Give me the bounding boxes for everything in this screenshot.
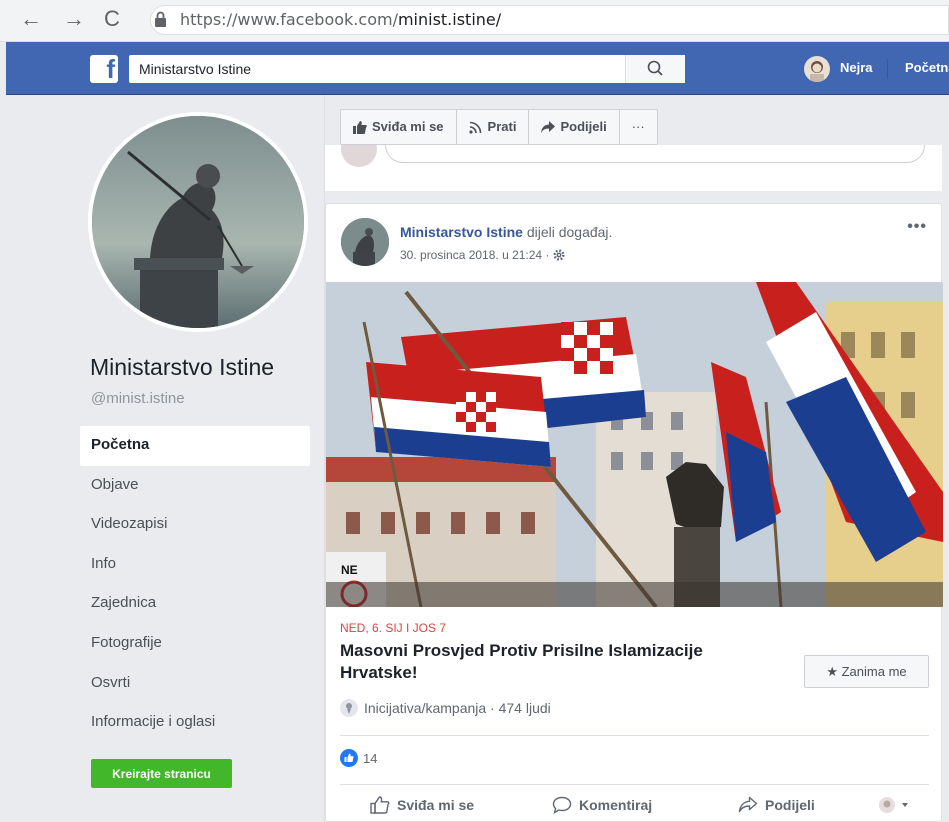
comment-input[interactable] xyxy=(385,145,925,163)
post-author-link[interactable]: Ministarstvo Istine xyxy=(400,224,523,240)
event-meta: Inicijativa/kampanja · 474 ljudi xyxy=(340,699,551,717)
like-post-button[interactable]: Sviđa mi se xyxy=(370,796,474,814)
post-action-bar: Sviđa mi se Komentiraj Podijeli xyxy=(326,796,943,822)
like-page-label: Sviđa mi se xyxy=(372,119,444,134)
interested-button[interactable]: ★ Zanima me xyxy=(804,655,929,688)
divider xyxy=(340,784,929,785)
previous-post-card xyxy=(325,145,942,191)
like-page-button[interactable]: Sviđa mi se xyxy=(341,110,457,144)
search-button[interactable] xyxy=(625,55,685,83)
lock-icon xyxy=(155,11,166,27)
thumbs-up-icon xyxy=(353,120,367,134)
like-post-label: Sviđa mi se xyxy=(397,797,475,813)
post-timestamp: 30. prosinca 2018. u 21:24 · xyxy=(400,248,566,262)
post-date-text[interactable]: 30. prosinca 2018. u 21:24 · xyxy=(400,248,549,262)
forward-arrow-icon[interactable]: → xyxy=(63,6,85,32)
avatar[interactable] xyxy=(341,218,389,266)
share-arrow-icon xyxy=(541,121,556,133)
facebook-header: f Ministarstvo Istine Nejra Početna xyxy=(6,42,949,95)
sidebar-item-info-and-ads[interactable]: Informacije i oglasi xyxy=(80,703,310,743)
event-cover-image[interactable]: NE xyxy=(326,282,943,607)
post-options-button[interactable]: ••• xyxy=(907,218,927,236)
share-page-button[interactable]: Podijeli xyxy=(529,110,620,144)
campaign-icon xyxy=(340,699,358,717)
post-as-selector[interactable] xyxy=(878,796,912,814)
share-outline-icon xyxy=(738,796,758,813)
reload-icon[interactable]: C xyxy=(104,6,120,32)
page-nav: Početna Objave Videozapisi Info Zajednic… xyxy=(80,426,310,743)
url-text: https://www.facebook.com/minist.istine/ xyxy=(180,10,502,29)
post-author-line: Ministarstvo Istine dijeli događaj. xyxy=(400,224,612,240)
follow-label: Prati xyxy=(487,119,517,134)
sidebar-item-posts[interactable]: Objave xyxy=(80,466,310,506)
back-arrow-icon[interactable]: ← xyxy=(20,6,42,32)
page-title: Ministarstvo Istine xyxy=(90,354,275,380)
like-count: 14 xyxy=(363,750,378,766)
avatar xyxy=(341,145,377,167)
share-post-button[interactable]: Podijeli xyxy=(738,796,815,813)
event-meta-text: Inicijativa/kampanja · 474 ljudi xyxy=(364,700,551,716)
search-input[interactable]: Ministarstvo Istine xyxy=(129,55,685,83)
browser-toolbar: ← → C https://www.facebook.com/minist.is… xyxy=(0,0,949,42)
sidebar-item-reviews[interactable]: Osvrti xyxy=(80,664,310,704)
sidebar-item-info[interactable]: Info xyxy=(80,545,310,585)
sidebar-item-photos[interactable]: Fotografije xyxy=(80,624,310,664)
sidebar-item-home[interactable]: Početna xyxy=(80,426,310,466)
comment-button[interactable]: Komentiraj xyxy=(552,796,652,814)
divider xyxy=(340,735,929,736)
gear-icon xyxy=(553,249,566,261)
thumbs-up-outline-icon xyxy=(370,796,390,814)
comment-icon xyxy=(552,796,572,814)
header-divider xyxy=(887,59,888,79)
page-profile-picture[interactable] xyxy=(88,112,308,332)
svg-text:NE: NE xyxy=(341,563,358,577)
reaction-summary[interactable]: 14 xyxy=(340,749,377,767)
comment-label: Komentiraj xyxy=(579,797,653,813)
event-date: NED, 6. SIJ I JOS 7 xyxy=(340,621,447,635)
search-value: Ministarstvo Istine xyxy=(139,61,252,77)
avatar[interactable] xyxy=(804,56,830,82)
avatar-dropdown-icon xyxy=(879,797,908,813)
like-reaction-icon xyxy=(340,749,358,767)
home-link[interactable]: Početna xyxy=(905,60,949,75)
sidebar-item-community[interactable]: Zajednica xyxy=(80,584,310,624)
facebook-logo-icon[interactable]: f xyxy=(90,54,118,84)
page-handle[interactable]: @minist.istine xyxy=(91,390,185,407)
post-card: Ministarstvo Istine dijeli događaj. 30. … xyxy=(325,203,943,822)
search-icon xyxy=(647,60,663,76)
share-page-label: Podijeli xyxy=(560,119,607,134)
follow-button[interactable]: Prati xyxy=(457,110,530,144)
page-action-bar: Sviđa mi se Prati Podijeli ··· xyxy=(340,109,658,145)
share-post-label: Podijeli xyxy=(765,796,815,813)
user-name-link[interactable]: Nejra xyxy=(840,60,873,75)
sidebar-item-videos[interactable]: Videozapisi xyxy=(80,505,310,545)
rss-icon xyxy=(468,121,481,134)
post-verb: dijeli događaj. xyxy=(526,224,613,240)
more-options-button[interactable]: ··· xyxy=(620,110,657,144)
create-page-button[interactable]: Kreirajte stranicu xyxy=(91,759,232,788)
event-title[interactable]: Masovni Prosvjed Protiv Prisilne Islamiz… xyxy=(340,640,780,684)
